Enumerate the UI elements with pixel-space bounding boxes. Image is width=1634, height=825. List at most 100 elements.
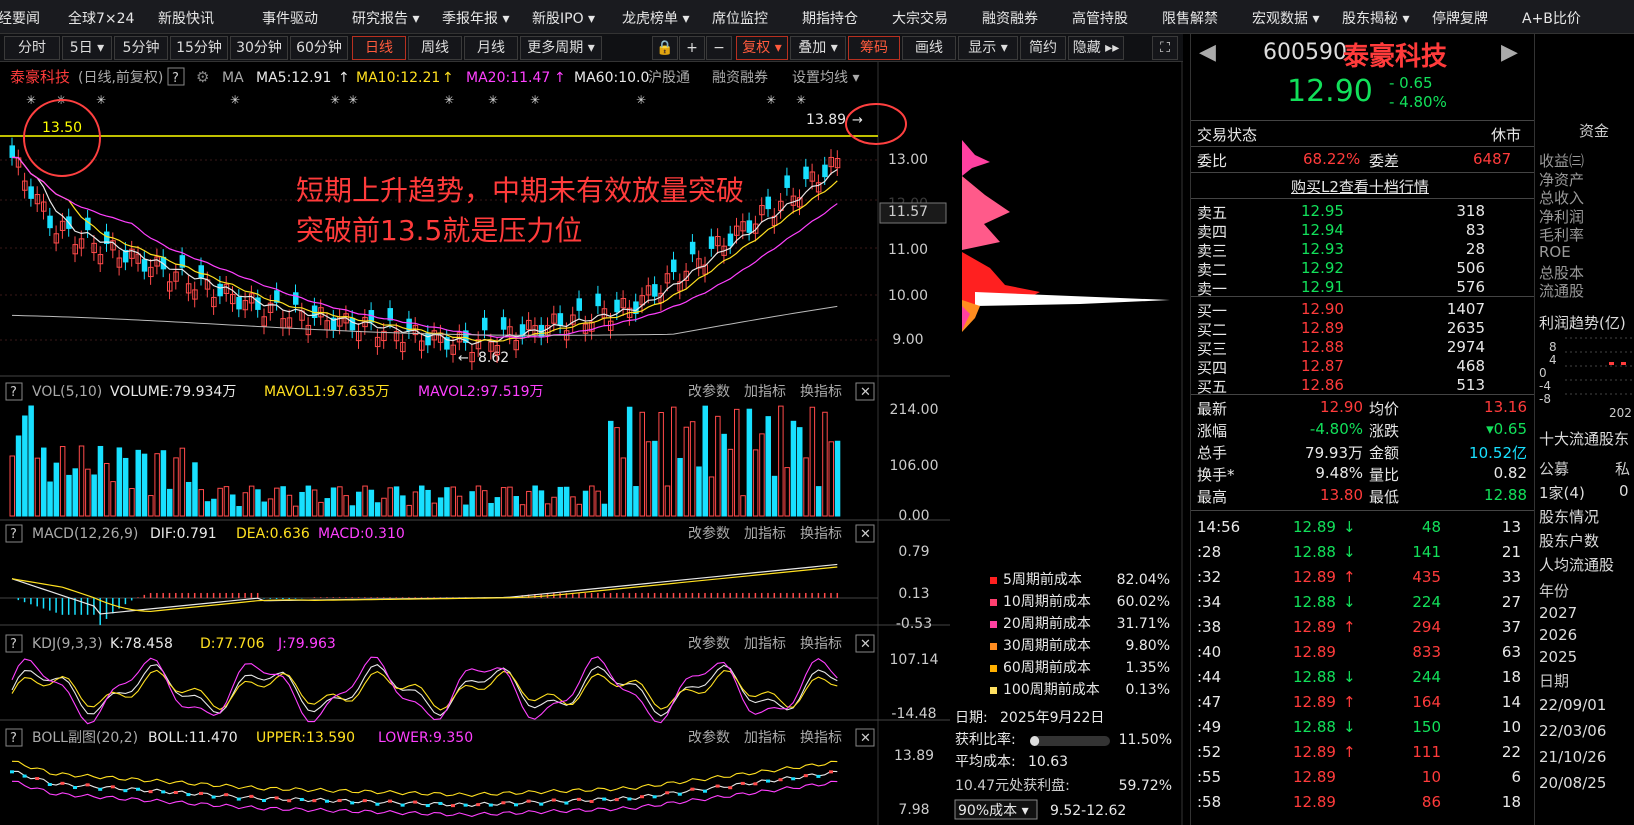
candlestick (708, 236, 715, 249)
kline-chart-area[interactable]: 泰豪科技 (日线,前复权)? ⚙ MA MA5:12.91 ↑ MA10:12.21 ↑ MA2… (0, 62, 950, 825)
chart-tool-button[interactable]: 简约 (1020, 36, 1066, 60)
event-marker[interactable]: ✳ (488, 93, 498, 107)
panel-button[interactable]: 换指标 (800, 525, 842, 542)
help-icon[interactable]: ? (10, 385, 17, 400)
bid-price: 12.87 (1301, 357, 1344, 375)
top-nav-item[interactable]: 事件驱动 (262, 8, 318, 28)
chart-tool-button[interactable]: 复权 ▾ (736, 36, 788, 60)
prev-stock-arrow[interactable]: ◀ (1199, 40, 1216, 65)
event-marker[interactable]: ✳ (348, 93, 358, 107)
profit-label: 获利比率: (955, 731, 1016, 748)
panel-button[interactable]: 换指标 (800, 635, 842, 652)
period-tab[interactable]: 60分钟 (290, 36, 348, 60)
top-nav-item[interactable]: 席位监控 (712, 8, 768, 28)
close-icon[interactable]: ✕ (860, 527, 871, 542)
top-nav-item[interactable]: 经要闻 (0, 8, 40, 28)
panel-button[interactable]: 加指标 (744, 526, 786, 542)
period-tab[interactable]: 5日 ▾ (62, 36, 112, 60)
help-icon[interactable]: ? (10, 527, 17, 542)
volume-bar (815, 486, 822, 517)
period-tab[interactable]: 15分钟 (170, 36, 228, 60)
period-tab[interactable]: 分时 (4, 36, 60, 60)
panel-button[interactable]: 换指标 (800, 729, 842, 746)
chart-tool-button[interactable]: 显示 ▾ (958, 36, 1018, 60)
l2-link[interactable]: 购买L2查看十档行情 (1291, 176, 1429, 197)
stat-label: 量比 (1369, 466, 1400, 484)
top-nav-item[interactable]: 全球7×24 (68, 8, 134, 28)
stock-title: 泰豪科技 (10, 68, 70, 86)
top-nav-item[interactable]: 高管持股 (1072, 8, 1128, 28)
chart-tool-button[interactable]: 隐藏 ▸▸ (1068, 36, 1124, 60)
volume-bar (658, 411, 664, 517)
event-marker[interactable]: ✳ (530, 93, 540, 107)
ask-price: 12.95 (1301, 202, 1344, 220)
settings-icon[interactable]: ⚙ (196, 68, 209, 86)
event-marker[interactable]: ✳ (444, 93, 454, 107)
price-change-pct: - 4.80% (1389, 93, 1447, 111)
panel-button[interactable]: 改参数 (688, 525, 730, 542)
period-tab[interactable]: 5分钟 (114, 36, 168, 60)
zoom-out-icon[interactable]: − (706, 36, 732, 60)
top-nav-item[interactable]: 季报年报 ▾ (442, 8, 509, 28)
help-icon[interactable]: ? (172, 71, 179, 86)
top-nav-item[interactable]: A+B比价 (1522, 8, 1581, 28)
event-marker[interactable]: ✳ (26, 93, 36, 107)
volume-bar (822, 411, 828, 517)
event-marker[interactable]: ✳ (230, 93, 240, 107)
top-nav-item[interactable]: 大宗交易 (892, 8, 948, 28)
zoom-in-icon[interactable]: + (679, 36, 705, 60)
event-marker[interactable]: ✳ (96, 93, 106, 107)
bid-level: 买二 (1197, 321, 1228, 339)
top-nav-item[interactable]: 融资融券 (982, 8, 1038, 28)
chart-link[interactable]: 设置均线 ▾ (792, 70, 859, 86)
period-tab[interactable]: 30分钟 (230, 36, 288, 60)
candlestick (822, 164, 828, 178)
panel-button[interactable]: 加指标 (744, 730, 786, 746)
shareholder-link[interactable]: 人均流通股 (1539, 554, 1614, 575)
top-nav-item[interactable]: 研究报告 ▾ (352, 8, 419, 28)
panel-button[interactable]: 改参数 (688, 635, 730, 652)
chart-tool-button[interactable]: 筹码 (848, 36, 900, 60)
chart-tool-button[interactable]: 画线 (902, 36, 956, 60)
period-tab[interactable]: 月线 (464, 36, 518, 60)
fullscreen-icon[interactable]: ⛶ (1152, 36, 1178, 60)
lock-icon[interactable]: 🔒 (652, 36, 678, 60)
panel-button[interactable]: 换指标 (800, 383, 842, 400)
close-icon[interactable]: ✕ (860, 385, 871, 400)
shareholder-link[interactable]: 股东情况 (1539, 506, 1599, 527)
top-nav-item[interactable]: 新股IPO ▾ (532, 8, 595, 28)
close-icon[interactable]: ✕ (860, 637, 871, 652)
top-nav-item[interactable]: 停牌复牌 (1432, 8, 1488, 28)
ask-level: 卖四 (1197, 223, 1228, 241)
help-icon[interactable]: ? (10, 731, 17, 746)
top-nav-item[interactable]: 新股快讯 (158, 8, 214, 28)
chart-link[interactable]: 融资融券 (712, 70, 768, 86)
stat-value: 79.93万 (1305, 444, 1363, 462)
period-tab[interactable]: 周线 (408, 36, 462, 60)
chart-tool-button[interactable]: 叠加 ▾ (790, 36, 846, 60)
panel-button[interactable]: 加指标 (744, 384, 786, 400)
period-tab[interactable]: 更多周期 ▾ (520, 36, 602, 60)
top-nav-item[interactable]: 宏观数据 ▾ (1252, 8, 1319, 28)
profit-bar-fill (1030, 736, 1040, 746)
close-icon[interactable]: ✕ (860, 731, 871, 746)
event-marker[interactable]: ✳ (796, 93, 806, 107)
fund-tab[interactable]: 资金 (1579, 120, 1609, 141)
top-nav-item[interactable]: 股东揭秘 ▾ (1342, 8, 1409, 28)
chart-link[interactable]: 沪股通 (648, 70, 690, 86)
period-tab[interactable]: 日线 (352, 36, 406, 60)
top-nav-item[interactable]: 限售解禁 (1162, 8, 1218, 28)
panel-button[interactable]: 加指标 (744, 636, 786, 652)
panel-button[interactable]: 改参数 (688, 729, 730, 746)
event-marker[interactable]: ✳ (636, 93, 646, 107)
event-marker[interactable]: ✳ (766, 93, 776, 107)
panel-button[interactable]: 改参数 (688, 383, 730, 400)
volume-bar (236, 506, 242, 517)
event-marker[interactable]: ✳ (330, 93, 340, 107)
indicator-name: BOLL副图(20,2) (32, 730, 138, 746)
help-icon[interactable]: ? (10, 637, 17, 652)
next-stock-arrow[interactable]: ▶ (1501, 40, 1518, 65)
top-nav-item[interactable]: 龙虎榜单 ▾ (622, 8, 689, 28)
shareholder-link[interactable]: 股东户数 (1539, 530, 1599, 551)
top-nav-item[interactable]: 期指持仓 (802, 8, 858, 28)
